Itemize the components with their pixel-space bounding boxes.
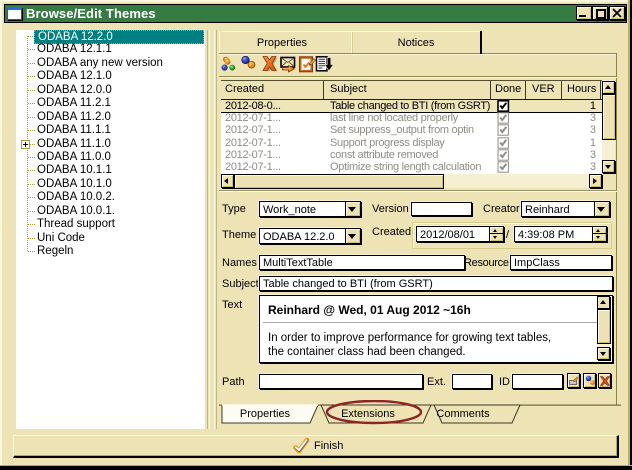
svg-text:Comments: Comments bbox=[436, 408, 490, 420]
svg-text:Properties: Properties bbox=[240, 408, 291, 420]
svg-text:Extensions: Extensions bbox=[341, 408, 395, 420]
